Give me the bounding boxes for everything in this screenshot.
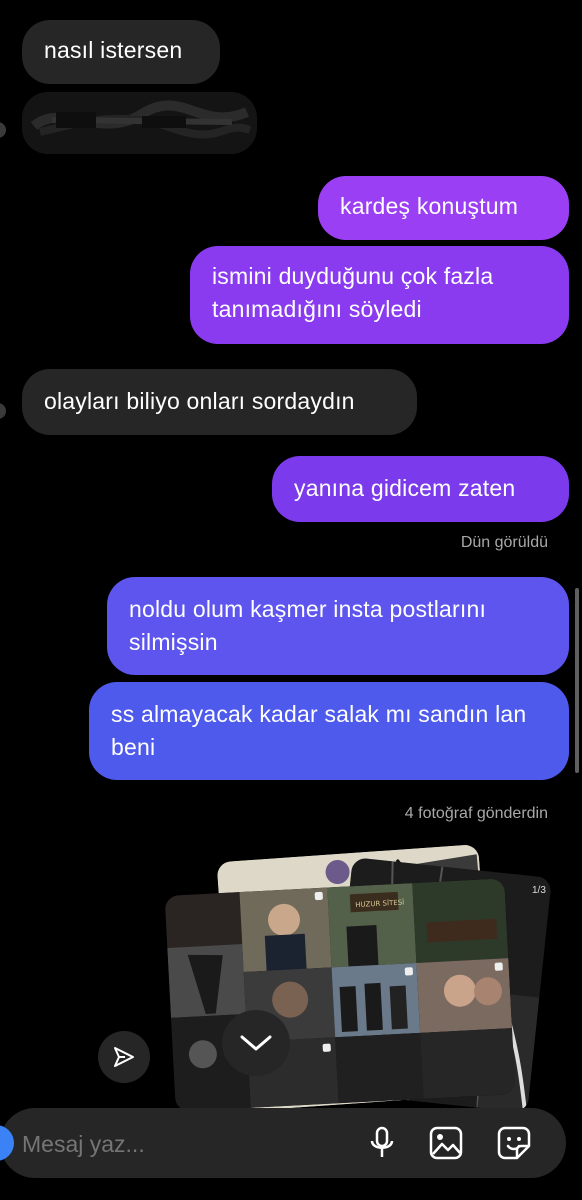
outgoing-message[interactable]: noldu olum kaşmer insta postlarını silmi…	[107, 577, 569, 675]
scroll-to-bottom-button[interactable]	[222, 1010, 290, 1076]
photo-counter: 1/3	[532, 885, 546, 896]
message-input[interactable]	[20, 1120, 324, 1168]
outgoing-message[interactable]: kardeş konuştum	[318, 176, 569, 240]
image-icon	[429, 1126, 463, 1160]
message-text: nasıl istersen	[44, 37, 183, 63]
redaction-scribble	[22, 92, 257, 154]
paper-plane-icon	[114, 1047, 134, 1067]
photo-stack[interactable]: 1/3 HUZUR SİTESİ	[160, 844, 552, 1113]
scrollbar[interactable]	[575, 588, 579, 773]
message-composer	[0, 1108, 566, 1178]
message-text: ismini duyduğunu çok fazla tanımadığını …	[212, 263, 494, 322]
seen-status: Dün görüldü	[460, 534, 548, 551]
camera-button-edge[interactable]	[0, 1125, 14, 1161]
outgoing-message[interactable]: ismini duyduğunu çok fazla tanımadığını …	[190, 246, 569, 344]
incoming-message[interactable]: nasıl istersen	[22, 20, 220, 84]
chevron-down-icon	[240, 1035, 272, 1051]
outgoing-message[interactable]: yanına gidicem zaten	[272, 456, 569, 522]
gallery-button[interactable]	[428, 1125, 464, 1161]
sender-avatar[interactable]	[0, 122, 6, 138]
outgoing-message[interactable]: ss almayacak kadar salak mı sandın lan b…	[89, 682, 569, 780]
message-text: kardeş konuştum	[340, 193, 519, 219]
redacted-message[interactable]	[22, 92, 257, 154]
microphone-icon	[370, 1126, 394, 1157]
sticker-button[interactable]	[496, 1125, 532, 1161]
stacked-photo-front: HUZUR SİTESİ	[164, 878, 516, 1112]
microphone-button[interactable]	[364, 1125, 400, 1161]
message-text: olayları biliyo onları sordaydın	[44, 388, 355, 414]
incoming-message[interactable]: olayları biliyo onları sordaydın	[22, 369, 417, 435]
message-text: noldu olum kaşmer insta postlarını silmi…	[129, 596, 487, 655]
message-text: ss almayacak kadar salak mı sandın lan b…	[111, 701, 527, 760]
message-text: yanına gidicem zaten	[294, 475, 516, 501]
sticker-icon	[497, 1126, 531, 1160]
sender-avatar[interactable]	[0, 403, 6, 419]
photos-status: 4 fotoğraf gönderdin	[404, 805, 548, 822]
share-button[interactable]	[98, 1031, 150, 1083]
